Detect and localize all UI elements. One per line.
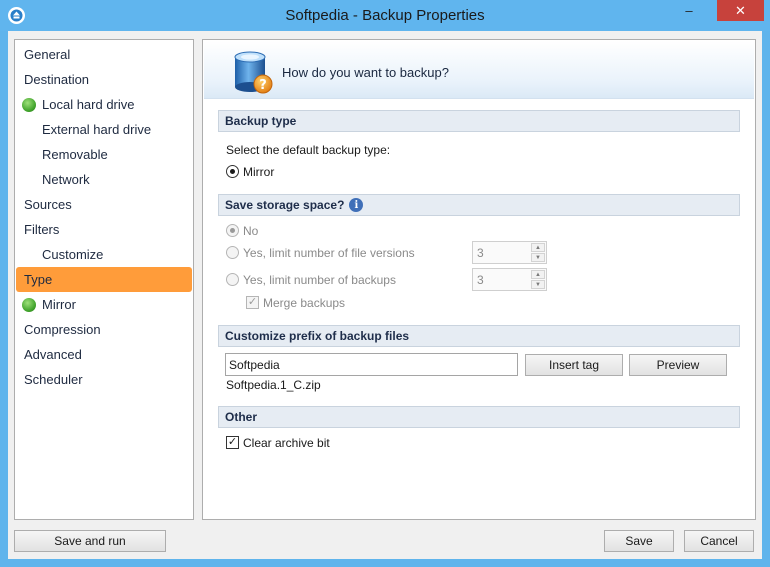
nav-item-removable[interactable]: Removable	[16, 142, 192, 167]
settings-nav: General Destination Local hard drive Ext…	[14, 39, 194, 520]
nav-item-general[interactable]: General	[16, 42, 192, 67]
nav-item-network[interactable]: Network	[16, 167, 192, 192]
nav-item-label: General	[24, 47, 71, 62]
merge-backups-checkbox[interactable]: ✓	[246, 296, 259, 309]
insert-tag-button[interactable]: Insert tag	[525, 354, 623, 376]
dialog-body: General Destination Local hard drive Ext…	[8, 31, 762, 559]
backups-stepper[interactable]: 3 ▲ ▼	[472, 268, 547, 291]
limit-backups-radio[interactable]	[226, 273, 239, 286]
page-question: How do you want to backup?	[282, 65, 449, 80]
nav-item-label: Compression	[24, 322, 101, 337]
versions-value: 3	[477, 246, 484, 260]
nav-item-label: Mirror	[42, 297, 76, 312]
backup-type-header: Backup type	[218, 110, 740, 132]
mirror-radio-label[interactable]: Mirror	[243, 165, 274, 179]
nav-item-label: External hard drive	[42, 122, 152, 137]
svg-text:?: ?	[259, 78, 267, 93]
section-title: Other	[225, 410, 258, 424]
minimize-button[interactable]: –	[676, 0, 702, 21]
nav-item-sources[interactable]: Sources	[16, 192, 192, 217]
nav-item-customize[interactable]: Customize	[16, 242, 192, 267]
section-title: Customize prefix of backup files	[225, 329, 410, 343]
nav-item-type[interactable]: Type	[16, 267, 192, 292]
clear-archive-label[interactable]: Clear archive bit	[243, 436, 330, 450]
no-limit-radio[interactable]	[226, 224, 239, 237]
prefix-header: Customize prefix of backup files	[218, 325, 740, 347]
nav-item-advanced[interactable]: Advanced	[16, 342, 192, 367]
status-ok-icon	[22, 297, 36, 312]
nav-item-external-hard-drive[interactable]: External hard drive	[16, 117, 192, 142]
save-and-run-button[interactable]: Save and run	[14, 530, 166, 552]
limit-versions-label[interactable]: Yes, limit number of file versions	[243, 246, 415, 260]
close-button[interactable]: ✕	[717, 0, 764, 21]
save-button[interactable]: Save	[604, 530, 674, 552]
nav-item-label: Network	[42, 172, 90, 187]
nav-item-compression[interactable]: Compression	[16, 317, 192, 342]
section-title: Backup type	[225, 114, 297, 128]
nav-item-label: Removable	[42, 147, 108, 162]
info-icon[interactable]: i	[349, 198, 364, 212]
nav-item-label: Filters	[24, 222, 60, 237]
spin-down-icon[interactable]: ▼	[531, 280, 545, 289]
title-bar[interactable]: Softpedia - Backup Properties – ✕	[0, 0, 770, 31]
nav-item-scheduler[interactable]: Scheduler	[16, 367, 192, 392]
backup-properties-window: Softpedia - Backup Properties – ✕ Genera…	[0, 0, 770, 567]
nav-item-label: Advanced	[24, 347, 82, 362]
limit-versions-radio[interactable]	[226, 246, 239, 259]
type-settings-panel: ? How do you want to backup? Backup type…	[202, 39, 756, 520]
other-header: Other	[218, 406, 740, 428]
nav-item-destination[interactable]: Destination	[16, 67, 192, 92]
status-ok-icon	[22, 97, 36, 112]
database-help-icon: ?	[234, 51, 273, 94]
spin-down-icon[interactable]: ▼	[531, 253, 545, 262]
mirror-radio[interactable]	[226, 165, 239, 178]
backups-value: 3	[477, 273, 484, 287]
versions-stepper[interactable]: 3 ▲ ▼	[472, 241, 547, 264]
page-banner: ? How do you want to backup?	[204, 41, 754, 99]
nav-item-label: Destination	[24, 72, 90, 87]
prefix-example: Softpedia.1_C.zip	[226, 378, 321, 392]
nav-item-label: Sources	[24, 197, 72, 212]
nav-item-filters[interactable]: Filters	[16, 217, 192, 242]
no-limit-label[interactable]: No	[243, 224, 258, 238]
nav-item-label: Customize	[42, 247, 104, 262]
storage-header: Save storage space? i	[218, 194, 740, 216]
window-title: Softpedia - Backup Properties	[285, 7, 485, 24]
cancel-button[interactable]: Cancel	[684, 530, 754, 552]
section-title: Save storage space?	[225, 198, 345, 212]
backup-type-prompt: Select the default backup type:	[226, 143, 391, 157]
nav-item-label: Scheduler	[24, 372, 83, 387]
preview-button[interactable]: Preview	[629, 354, 727, 376]
nav-item-mirror[interactable]: Mirror	[16, 292, 192, 317]
nav-item-local-hard-drive[interactable]: Local hard drive	[16, 92, 192, 117]
limit-backups-label[interactable]: Yes, limit number of backups	[243, 273, 396, 287]
clear-archive-checkbox[interactable]: ✓	[226, 436, 239, 449]
prefix-input[interactable]: Softpedia	[225, 353, 518, 376]
spin-up-icon[interactable]: ▲	[531, 243, 545, 252]
nav-item-label: Type	[24, 272, 53, 287]
nav-item-label: Local hard drive	[42, 97, 135, 112]
spin-up-icon[interactable]: ▲	[531, 270, 545, 279]
merge-backups-label[interactable]: Merge backups	[263, 296, 345, 310]
